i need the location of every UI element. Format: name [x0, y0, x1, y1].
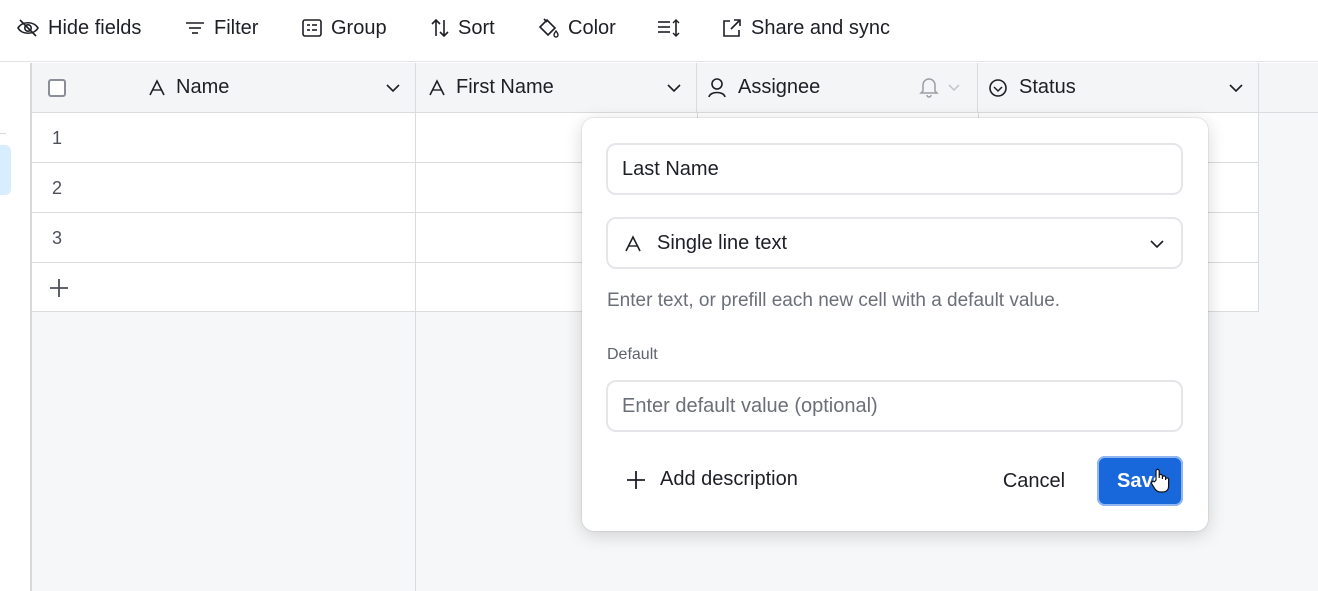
table-row[interactable]: 2 [32, 163, 416, 213]
field-editor-popover: Single line text Enter text, or prefill … [582, 118, 1208, 531]
filter-label: Filter [214, 16, 259, 39]
sort-icon [431, 18, 449, 38]
column-label: Assignee [738, 76, 821, 98]
group-button[interactable]: Group [301, 14, 387, 42]
cancel-button[interactable]: Cancel [982, 466, 1086, 496]
sidebar [0, 63, 32, 591]
text-field-icon [625, 235, 641, 252]
text-field-icon [149, 79, 165, 96]
field-type-label: Single line text [657, 232, 788, 254]
field-type-description: Enter text, or prefill each new cell wit… [607, 290, 1061, 311]
bell-icon[interactable] [919, 76, 939, 98]
select-all-checkbox[interactable] [48, 79, 66, 97]
hide-fields-label: Hide fields [48, 16, 142, 39]
default-value-label: Default [607, 346, 658, 363]
hide-fields-button[interactable]: Hide fields [16, 14, 141, 42]
paint-bucket-icon [538, 18, 559, 38]
row-height-icon [658, 19, 680, 37]
field-name-input-wrapper [606, 143, 1183, 195]
sidebar-divider [0, 133, 6, 134]
default-value-input[interactable] [622, 394, 1167, 418]
chevron-down-icon[interactable] [666, 80, 682, 96]
share-sync-button[interactable]: Share and sync [721, 14, 890, 42]
table-row[interactable]: 3 [32, 213, 416, 263]
add-description-button[interactable]: Add description [626, 468, 798, 491]
plus-icon[interactable] [48, 277, 70, 299]
add-description-label: Add description [660, 468, 798, 490]
filter-icon [186, 22, 204, 34]
plus-icon [627, 470, 645, 489]
column-header-name[interactable]: Name [32, 63, 416, 113]
chevron-down-icon[interactable] [1228, 80, 1244, 96]
column-label: First Name [456, 76, 554, 98]
chevron-down-icon[interactable] [947, 82, 961, 94]
field-type-select[interactable]: Single line text [606, 217, 1183, 269]
default-value-input-wrapper [606, 380, 1183, 432]
external-share-icon [723, 19, 741, 37]
group-icon [302, 19, 322, 37]
group-label: Group [331, 16, 387, 39]
column-header-status[interactable]: Status [978, 63, 1259, 113]
sidebar-selected-item[interactable] [0, 145, 11, 195]
user-field-icon [708, 78, 726, 98]
column-label: Status [1019, 76, 1076, 98]
hand-pointer-icon [1150, 468, 1170, 493]
sort-button[interactable]: Sort [430, 14, 495, 42]
field-name-input[interactable] [622, 157, 1167, 181]
sort-label: Sort [458, 16, 495, 39]
add-row[interactable] [32, 263, 416, 312]
row-number: 2 [52, 178, 63, 198]
chevron-down-icon [1150, 240, 1164, 249]
save-button[interactable]: Save [1097, 456, 1183, 506]
row-number: 3 [52, 228, 63, 248]
color-button[interactable]: Color [536, 14, 616, 42]
row-height-button[interactable] [656, 14, 680, 42]
filter-button[interactable]: Filter [184, 14, 258, 42]
text-field-icon [429, 79, 445, 96]
row-number: 1 [52, 128, 63, 148]
grid-header: Name First Name Assignee Status [32, 63, 1318, 113]
chevron-down-icon[interactable] [385, 80, 401, 96]
column-header-first-name[interactable]: First Name [416, 63, 697, 113]
share-sync-label: Share and sync [751, 16, 890, 39]
color-label: Color [568, 16, 616, 39]
eye-slash-icon [17, 19, 39, 37]
table-row[interactable]: 1 [32, 113, 416, 163]
view-toolbar: Hide fields Filter Group Sort Color Shar… [0, 0, 1318, 62]
column-header-assignee[interactable]: Assignee [697, 63, 978, 113]
status-field-icon [989, 79, 1007, 97]
column-label: Name [176, 76, 230, 98]
